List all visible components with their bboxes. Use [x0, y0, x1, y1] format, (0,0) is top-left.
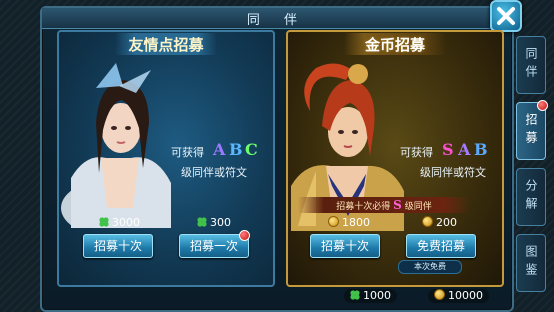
left-cost-ten: 3000 [99, 216, 140, 229]
right-grade-a: A [458, 140, 471, 159]
coin-icon [422, 216, 433, 227]
left-grade-a: A [213, 140, 226, 159]
coin-icon [434, 289, 445, 300]
left-cost-one-value: 300 [210, 216, 231, 229]
right-grade-b: B [474, 140, 488, 159]
gold-recruit-ten-button[interactable]: 招募十次 [310, 234, 380, 258]
friendship-recruit-ten-button[interactable]: 招募十次 [83, 234, 153, 258]
title-bar: 同 伴 [42, 8, 512, 29]
left-cost-ten-value: 3000 [112, 216, 140, 229]
left-sub-text: 级同伴或符文 [181, 166, 247, 179]
gold-free-recruit-button[interactable]: 免费招募 [406, 234, 476, 258]
left-obtain-prefix: 可获得 [171, 146, 204, 159]
close-button[interactable] [490, 0, 522, 32]
guarantee-banner: 招募十次必得 S 级同伴 [298, 197, 470, 213]
coin-icon [328, 216, 339, 227]
recruit-tab-notification-dot [537, 100, 548, 111]
clover-icon [99, 217, 109, 227]
banner-grade: S [393, 198, 402, 212]
right-obtain-prefix: 可获得 [400, 146, 433, 159]
right-grade-s: S [442, 140, 454, 159]
left-grade-b: B [229, 140, 243, 159]
notification-dot [239, 230, 250, 241]
gold-recruit-panel: 金币招募 可获得 S A B 级同伴或符文 1800 200 招募十次 免费招募 [286, 30, 504, 287]
window-title: 同 伴 [246, 13, 308, 28]
right-cost-ten: 1800 [328, 216, 370, 229]
character-portrait-left [61, 63, 171, 228]
left-cost-one: 300 [197, 216, 231, 229]
banner-prefix: 招募十次必得 [336, 202, 391, 212]
friend-points-value: 1000 [363, 289, 391, 302]
left-grade-c: C [245, 140, 258, 159]
gold-recruit-title: 金币招募 [364, 36, 425, 54]
right-sub-text: 级同伴或符文 [420, 166, 486, 179]
friendship-recruit-title: 友情点招募 [128, 36, 204, 54]
gold-value: 10000 [448, 289, 483, 302]
right-cost-ten-value: 1800 [342, 216, 370, 229]
clover-icon [350, 290, 360, 300]
gold-balance: 10000 [428, 289, 489, 303]
free-this-time-tag: 本次免费 [398, 260, 462, 274]
clover-icon [197, 217, 207, 227]
tab-companion[interactable]: 同伴 [516, 36, 546, 94]
right-cost-one: 200 [422, 216, 457, 229]
tab-decompose[interactable]: 分解 [516, 168, 546, 226]
right-cost-one-value: 200 [436, 216, 457, 229]
close-icon [497, 7, 515, 25]
tab-collection[interactable]: 图鉴 [516, 234, 546, 292]
banner-suffix: 级同伴 [404, 202, 432, 212]
friendship-recruit-panel: 友情点招募 可获得 A B C 级同伴或符文 3000 300 招募十次 招募一… [57, 30, 275, 287]
friend-points-balance: 1000 [344, 289, 397, 303]
